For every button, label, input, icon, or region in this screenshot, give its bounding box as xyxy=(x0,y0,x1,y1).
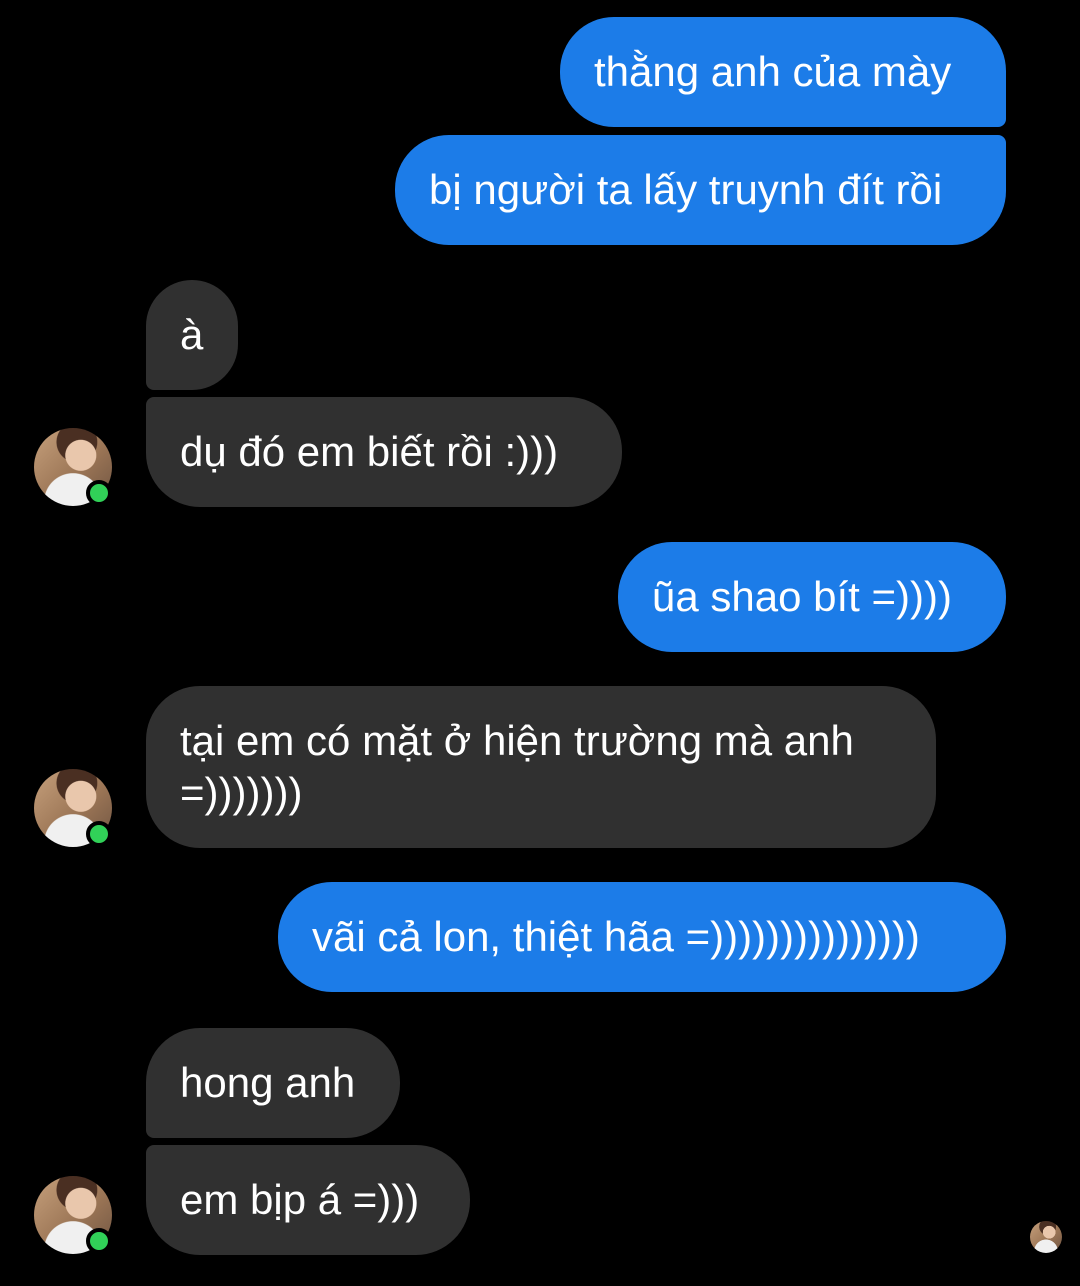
online-status-icon xyxy=(86,1228,112,1254)
message-text: dụ đó em biết rồi :))) xyxy=(180,428,559,475)
online-status-icon xyxy=(86,480,112,506)
message-bubble-incoming[interactable]: tại em có mặt ở hiện trường mà anh =))))… xyxy=(146,686,936,848)
message-text: hong anh xyxy=(180,1059,356,1106)
online-status-icon xyxy=(86,821,112,847)
message-text: thằng anh của mày xyxy=(594,48,952,95)
contact-avatar[interactable] xyxy=(34,428,112,506)
message-bubble-outgoing[interactable]: vãi cả lon, thiệt hãa =))))))))))))))) xyxy=(278,882,1006,992)
message-bubble-incoming[interactable]: à xyxy=(146,280,238,390)
message-bubble-incoming[interactable]: dụ đó em biết rồi :))) xyxy=(146,397,622,507)
message-bubble-incoming[interactable]: em bịp á =))) xyxy=(146,1145,470,1255)
message-text: tại em có mặt ở hiện trường mà anh =))))… xyxy=(180,717,854,816)
seen-receipt-avatar-icon xyxy=(1030,1221,1062,1253)
message-text: à xyxy=(180,311,204,358)
message-bubble-outgoing[interactable]: ũa shao bít =)))) xyxy=(618,542,1006,652)
contact-avatar[interactable] xyxy=(34,769,112,847)
message-bubble-outgoing[interactable]: bị người ta lấy truynh đít rồi xyxy=(395,135,1006,245)
message-text: bị người ta lấy truynh đít rồi xyxy=(429,166,943,213)
contact-avatar[interactable] xyxy=(34,1176,112,1254)
message-bubble-outgoing[interactable]: thằng anh của mày xyxy=(560,17,1006,127)
message-bubble-incoming[interactable]: hong anh xyxy=(146,1028,400,1138)
message-text: vãi cả lon, thiệt hãa =))))))))))))))) xyxy=(312,913,920,960)
message-text: ũa shao bít =)))) xyxy=(652,573,952,620)
message-text: em bịp á =))) xyxy=(180,1176,420,1223)
